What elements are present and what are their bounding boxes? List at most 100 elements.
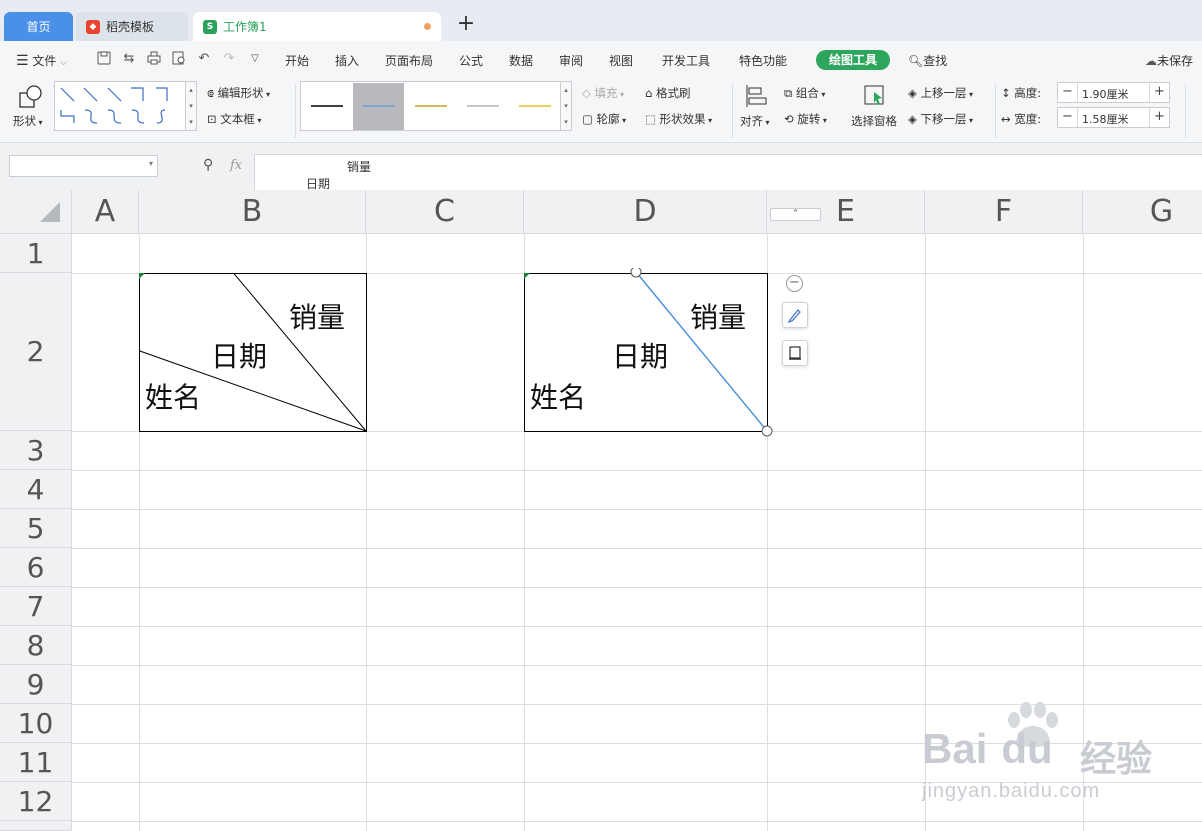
- chevron-down-icon: ▾: [820, 116, 827, 125]
- col-header-b[interactable]: B: [139, 190, 366, 234]
- row-header-11[interactable]: 11: [0, 743, 72, 782]
- row-header-5[interactable]: 5: [0, 509, 72, 548]
- height-decrease-button[interactable]: −: [1058, 83, 1078, 102]
- height-increase-button[interactable]: +: [1149, 83, 1169, 102]
- tab-template[interactable]: ◆ 稻壳模板: [76, 12, 188, 41]
- cloud-icon: ☁: [1145, 54, 1157, 68]
- line-style-swatches: [311, 105, 551, 107]
- send-backward-button[interactable]: ◈ 下移一层 ▾: [908, 111, 973, 127]
- align-icon[interactable]: [745, 84, 767, 111]
- undo-icon[interactable]: ↶: [196, 51, 212, 67]
- menu-page-layout[interactable]: 页面布局: [385, 52, 433, 69]
- tab-workbook[interactable]: S 工作簿1: [193, 12, 441, 41]
- row-header-4[interactable]: 4: [0, 470, 72, 509]
- collapse-formula-button[interactable]: ⌃: [770, 208, 821, 221]
- menu-data[interactable]: 数据: [509, 52, 533, 69]
- selection-pane-icon[interactable]: [863, 84, 887, 111]
- row-header-10[interactable]: 10: [0, 704, 72, 743]
- width-increase-button[interactable]: +: [1149, 108, 1169, 127]
- menu-developer[interactable]: 开发工具: [662, 52, 710, 69]
- fill-button[interactable]: ◇ 填充 ▾: [582, 85, 624, 101]
- row-header-2[interactable]: 2: [0, 273, 72, 431]
- menu-formula[interactable]: 公式: [459, 52, 483, 69]
- format-painter-button[interactable]: ⌂ 格式刷: [645, 85, 690, 101]
- fill-icon: ◇: [582, 86, 591, 100]
- save-icon[interactable]: [96, 51, 112, 67]
- row-header-9[interactable]: 9: [0, 665, 72, 704]
- height-value[interactable]: 1.90厘米: [1082, 86, 1129, 102]
- shape-effects-button[interactable]: ⬚ 形状效果 ▾: [645, 111, 712, 127]
- width-stepper[interactable]: − 1.58厘米 +: [1057, 107, 1170, 128]
- tab-drawing-tools[interactable]: 绘图工具: [816, 50, 890, 70]
- row-header-3[interactable]: 3: [0, 431, 72, 470]
- shapes-icon[interactable]: [18, 84, 44, 113]
- selection-pane-button[interactable]: 选择窗格: [851, 113, 897, 129]
- search-button[interactable]: 🔍︎查找: [908, 52, 947, 69]
- chevron-down-icon: ▾: [263, 90, 271, 99]
- col-header-g[interactable]: G: [1083, 190, 1202, 234]
- row-header-6[interactable]: 6: [0, 548, 72, 587]
- height-stepper[interactable]: − 1.90厘米 +: [1057, 82, 1170, 103]
- collapse-toolbar-icon[interactable]: −: [786, 275, 803, 292]
- name-box[interactable]: ▾: [9, 155, 158, 177]
- text-box-button[interactable]: ⊡ 文本框 ▾: [207, 111, 261, 127]
- line-shapes-gallery[interactable]: [54, 81, 186, 131]
- export-icon[interactable]: ⇆: [121, 51, 137, 67]
- col-header-a[interactable]: A: [72, 190, 139, 234]
- edit-shape-button[interactable]: ⟃ 编辑形状 ▾: [207, 85, 270, 101]
- gridline: [72, 626, 1202, 627]
- width-value[interactable]: 1.58厘米: [1082, 111, 1129, 127]
- menu-insert[interactable]: 插入: [335, 52, 359, 69]
- col-header-c[interactable]: C: [366, 190, 524, 234]
- d2-date-label: 日期: [612, 340, 669, 373]
- bring-forward-icon: ◈: [908, 86, 917, 100]
- new-tab-button[interactable]: +: [455, 13, 477, 36]
- row-header-12[interactable]: 12: [0, 782, 72, 821]
- outline-button[interactable]: ▢ 轮廓 ▾: [582, 111, 626, 127]
- print-icon[interactable]: [146, 51, 162, 67]
- spreadsheet-grid[interactable]: A B C D E F G ⌃ 1 2 3 4 5 6 7 8 9 10 11 …: [0, 190, 1202, 831]
- divider: [732, 84, 733, 138]
- select-all-corner[interactable]: [0, 190, 72, 234]
- line-end-handle[interactable]: [761, 425, 773, 437]
- menu-home[interactable]: 开始: [285, 52, 309, 69]
- group-button[interactable]: ⧉ 组合 ▾: [784, 85, 825, 101]
- line-start-handle[interactable]: [630, 268, 642, 278]
- row-header-13[interactable]: [0, 821, 72, 831]
- col-header-d[interactable]: D: [524, 190, 767, 234]
- shape-outline-button[interactable]: [782, 340, 808, 366]
- print-preview-icon[interactable]: [171, 51, 187, 67]
- row-header-1[interactable]: 1: [0, 234, 72, 273]
- unsaved-status[interactable]: ☁未保存: [1145, 52, 1193, 69]
- align-button[interactable]: 对齐 ▾: [740, 113, 770, 129]
- quick-access-more-icon[interactable]: ▽: [247, 51, 263, 67]
- watermark-url: jingyan.baidu.com: [922, 780, 1101, 802]
- gallery-scroll[interactable]: ▴ ▾ ▾: [186, 81, 197, 131]
- gridline: [72, 548, 1202, 549]
- watermark-product: 经验: [1080, 739, 1153, 780]
- row-header-8[interactable]: 8: [0, 626, 72, 665]
- line-style-gallery[interactable]: [300, 81, 561, 131]
- outline-label: 轮廓: [596, 112, 620, 126]
- menu-view[interactable]: 视图: [609, 52, 633, 69]
- bring-forward-button[interactable]: ◈ 上移一层 ▾: [908, 85, 973, 101]
- rotate-button[interactable]: ⟲ 旋转 ▾: [784, 111, 827, 127]
- width-decrease-button[interactable]: −: [1058, 108, 1078, 127]
- redo-icon[interactable]: ↷: [221, 51, 237, 67]
- menu-review[interactable]: 审阅: [559, 52, 583, 69]
- file-menu[interactable]: ☰ 文件 ⌵: [16, 52, 67, 69]
- zoom-formula-icon[interactable]: ⚲: [203, 157, 213, 173]
- row-header-7[interactable]: 7: [0, 587, 72, 626]
- menu-special[interactable]: 特色功能: [739, 52, 787, 69]
- title-tab-bar: 首页 ◆ 稻壳模板 S 工作簿1 +: [0, 0, 1202, 41]
- line-style-pen-button[interactable]: [782, 302, 808, 328]
- col-header-f[interactable]: F: [925, 190, 1083, 234]
- line-style-scroll[interactable]: ▴ ▾ ▾: [561, 81, 572, 131]
- fx-icon[interactable]: fx: [230, 158, 242, 173]
- shapes-button[interactable]: 形状 ▾: [13, 113, 43, 129]
- chevron-down-icon: ▾: [36, 118, 43, 127]
- chevron-down-icon: ▾: [617, 90, 625, 99]
- tab-home[interactable]: 首页: [4, 12, 73, 41]
- tab-workbook-label: 工作簿1: [223, 20, 267, 34]
- send-backward-label: 下移一层: [920, 112, 967, 126]
